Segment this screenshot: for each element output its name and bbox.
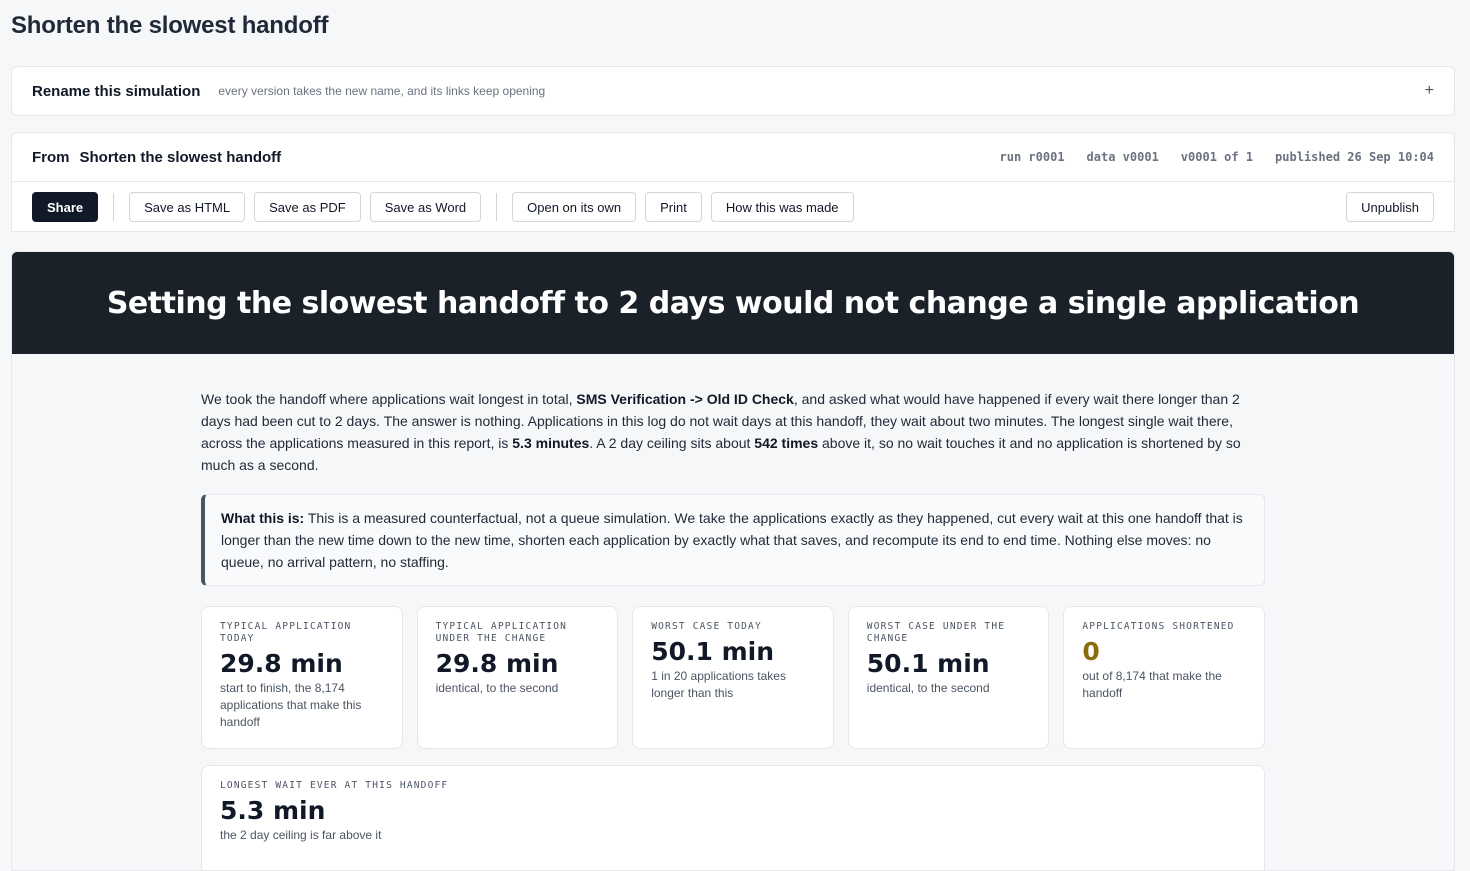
callout-label: What this is: — [221, 510, 305, 526]
stat-note: start to finish, the 8,174 applications … — [220, 681, 362, 729]
intro-text: . A 2 day ceiling sits about — [589, 435, 755, 451]
stat-label: Worst case today — [651, 621, 762, 632]
stat-value: 29.8 min — [435, 649, 559, 678]
share-button[interactable]: Share — [32, 192, 99, 222]
stat-note: 1 in 20 applications takes longer than t… — [651, 669, 786, 700]
from-simulation-name: Shorten the slowest handoff — [79, 148, 282, 166]
stat-label: Worst case under the change — [866, 621, 1006, 644]
method-callout: What this is: This is a measured counter… — [201, 494, 1265, 586]
report-content: We took the handoff where applications w… — [201, 354, 1265, 870]
run-id: run r0001 — [999, 150, 1065, 164]
expand-plus-icon[interactable]: + — [1425, 82, 1434, 100]
intro-text: We took the handoff where applications w… — [201, 391, 577, 407]
longest-wait: 5.3 minutes — [512, 435, 590, 451]
stat-note: the 2 day ceiling is far above it — [220, 828, 382, 842]
toolbar: Share Save as HTML Save as PDF Save as W… — [12, 182, 1454, 232]
stat-label: Typical application under the change — [435, 621, 568, 644]
rename-hint: every version takes the new name, and it… — [218, 84, 546, 98]
ceiling-ratio: 542 times — [754, 435, 819, 451]
save-word-button[interactable]: Save as Word — [369, 192, 482, 222]
stat-label: Applications shortened — [1082, 621, 1235, 632]
version-meta: run r0001 data v0001 v0001 of 1 publishe… — [1000, 150, 1434, 164]
save-pdf-button[interactable]: Save as PDF — [254, 192, 361, 222]
data-version: data v0001 — [1086, 150, 1159, 164]
how-made-button[interactable]: How this was made — [710, 192, 854, 222]
stat-card: Typical application under the change 29.… — [416, 606, 619, 749]
from-row: From Shorten the slowest handoff run r00… — [12, 133, 1454, 182]
report: Setting the slowest handoff to 2 days wo… — [11, 251, 1455, 871]
unpublish-button[interactable]: Unpublish — [1346, 192, 1434, 222]
stat-label: Typical application today — [220, 621, 352, 644]
callout-text: This is a measured counterfactual, not a… — [221, 510, 1243, 570]
report-hero: Setting the slowest handoff to 2 days wo… — [12, 252, 1454, 354]
save-html-button[interactable]: Save as HTML — [129, 192, 246, 222]
stat-card: Worst case under the change 50.1 min ide… — [847, 606, 1050, 749]
stat-note: out of 8,174 that make the handoff — [1082, 669, 1222, 700]
stat-label: Longest wait ever at this handoff — [220, 780, 449, 791]
stat-value: 50.1 min — [866, 649, 990, 678]
stat-note: identical, to the second — [866, 681, 990, 695]
intro-paragraph: We took the handoff where applications w… — [201, 388, 1265, 476]
stat-value: 29.8 min — [220, 649, 343, 678]
rename-panel[interactable]: Rename this simulation every version tak… — [11, 66, 1455, 116]
from-label: From — [32, 148, 70, 166]
print-button[interactable]: Print — [645, 192, 702, 222]
published-date: published 26 Sep 10:04 — [1275, 150, 1434, 164]
stat-value: 0 — [1082, 637, 1100, 666]
stat-cards: Typical application today 29.8 min start… — [201, 606, 1265, 749]
rename-title: Rename this simulation — [32, 82, 201, 100]
page-title: Shorten the slowest handoff — [11, 12, 329, 39]
stat-value: 50.1 min — [651, 637, 774, 666]
toolbar-divider — [496, 193, 498, 221]
stat-card: Applications shortened 0 out of 8,174 th… — [1063, 606, 1265, 749]
open-own-button[interactable]: Open on its own — [512, 192, 637, 222]
version-count: v0001 of 1 — [1180, 150, 1254, 164]
version-panel: From Shorten the slowest handoff run r00… — [11, 132, 1455, 232]
stat-card: Typical application today 29.8 min start… — [201, 606, 403, 749]
report-headline: Setting the slowest handoff to 2 days wo… — [106, 285, 1360, 321]
longest-wait-card: Longest wait ever at this handoff 5.3 mi… — [201, 765, 1265, 870]
stat-note: identical, to the second — [435, 681, 559, 695]
stat-value: 5.3 min — [220, 796, 326, 825]
toolbar-divider — [113, 193, 115, 221]
handoff-name: SMS Verification -> Old ID Check — [576, 391, 794, 407]
stat-card: Worst case today 50.1 min 1 in 20 applic… — [632, 606, 834, 749]
